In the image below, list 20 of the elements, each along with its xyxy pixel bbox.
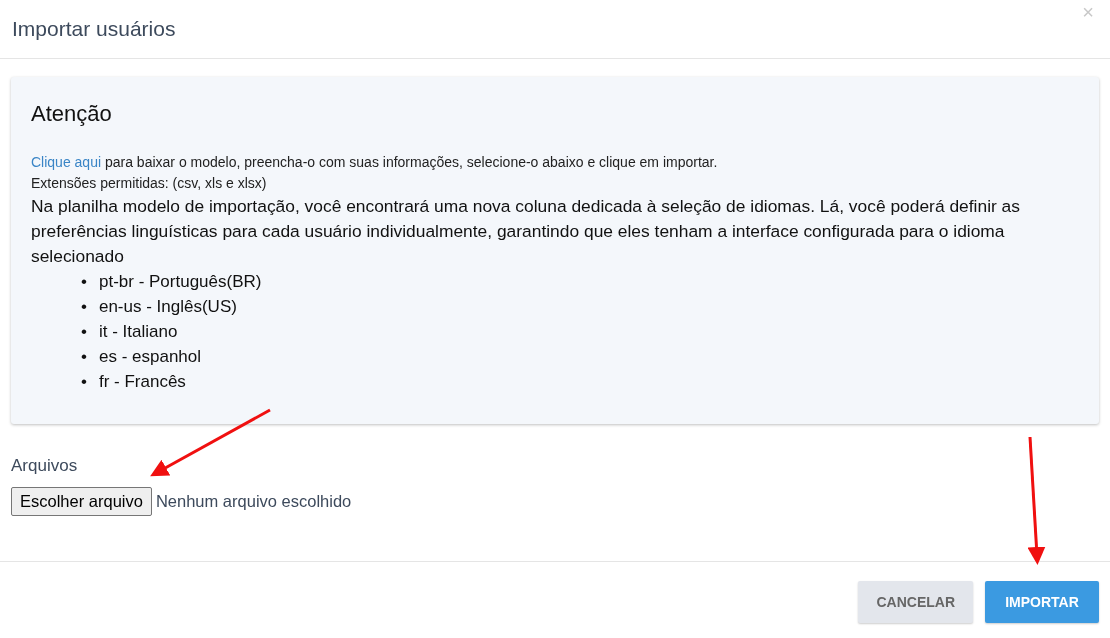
- list-bullet: •: [81, 346, 87, 369]
- cancel-button[interactable]: CANCELAR: [858, 581, 973, 623]
- download-instruction: Clique aqui para baixar o modelo, preencha-o com suas informações, selecione-o abaixo e clique em importar.: [31, 153, 719, 173]
- download-link[interactable]: Clique aqui: [31, 154, 102, 171]
- list-bullet: •: [81, 271, 87, 294]
- list-bullet: •: [81, 321, 87, 344]
- language-item: es - espanhol: [98, 346, 202, 369]
- list-bullet: •: [81, 296, 87, 319]
- file-status: Nenhum arquivo escolhido: [155, 490, 352, 512]
- language-item: en-us - Inglês(US): [98, 296, 237, 319]
- notice-heading: Atenção: [31, 101, 113, 128]
- files-label: Arquivos: [11, 455, 79, 478]
- list-bullet: •: [81, 371, 87, 394]
- language-item: it - Italiano: [98, 321, 178, 344]
- import-button[interactable]: IMPORTAR: [985, 581, 1099, 623]
- choose-file-button[interactable]: Escolher arquivo: [11, 486, 152, 516]
- allowed-extensions: Extensões permitidas: (csv, xls e xlsx): [31, 174, 268, 194]
- language-item: pt-br - Português(BR): [98, 271, 262, 294]
- modal-title: Importar usuários: [12, 16, 176, 42]
- language-item: fr - Francês: [98, 371, 186, 394]
